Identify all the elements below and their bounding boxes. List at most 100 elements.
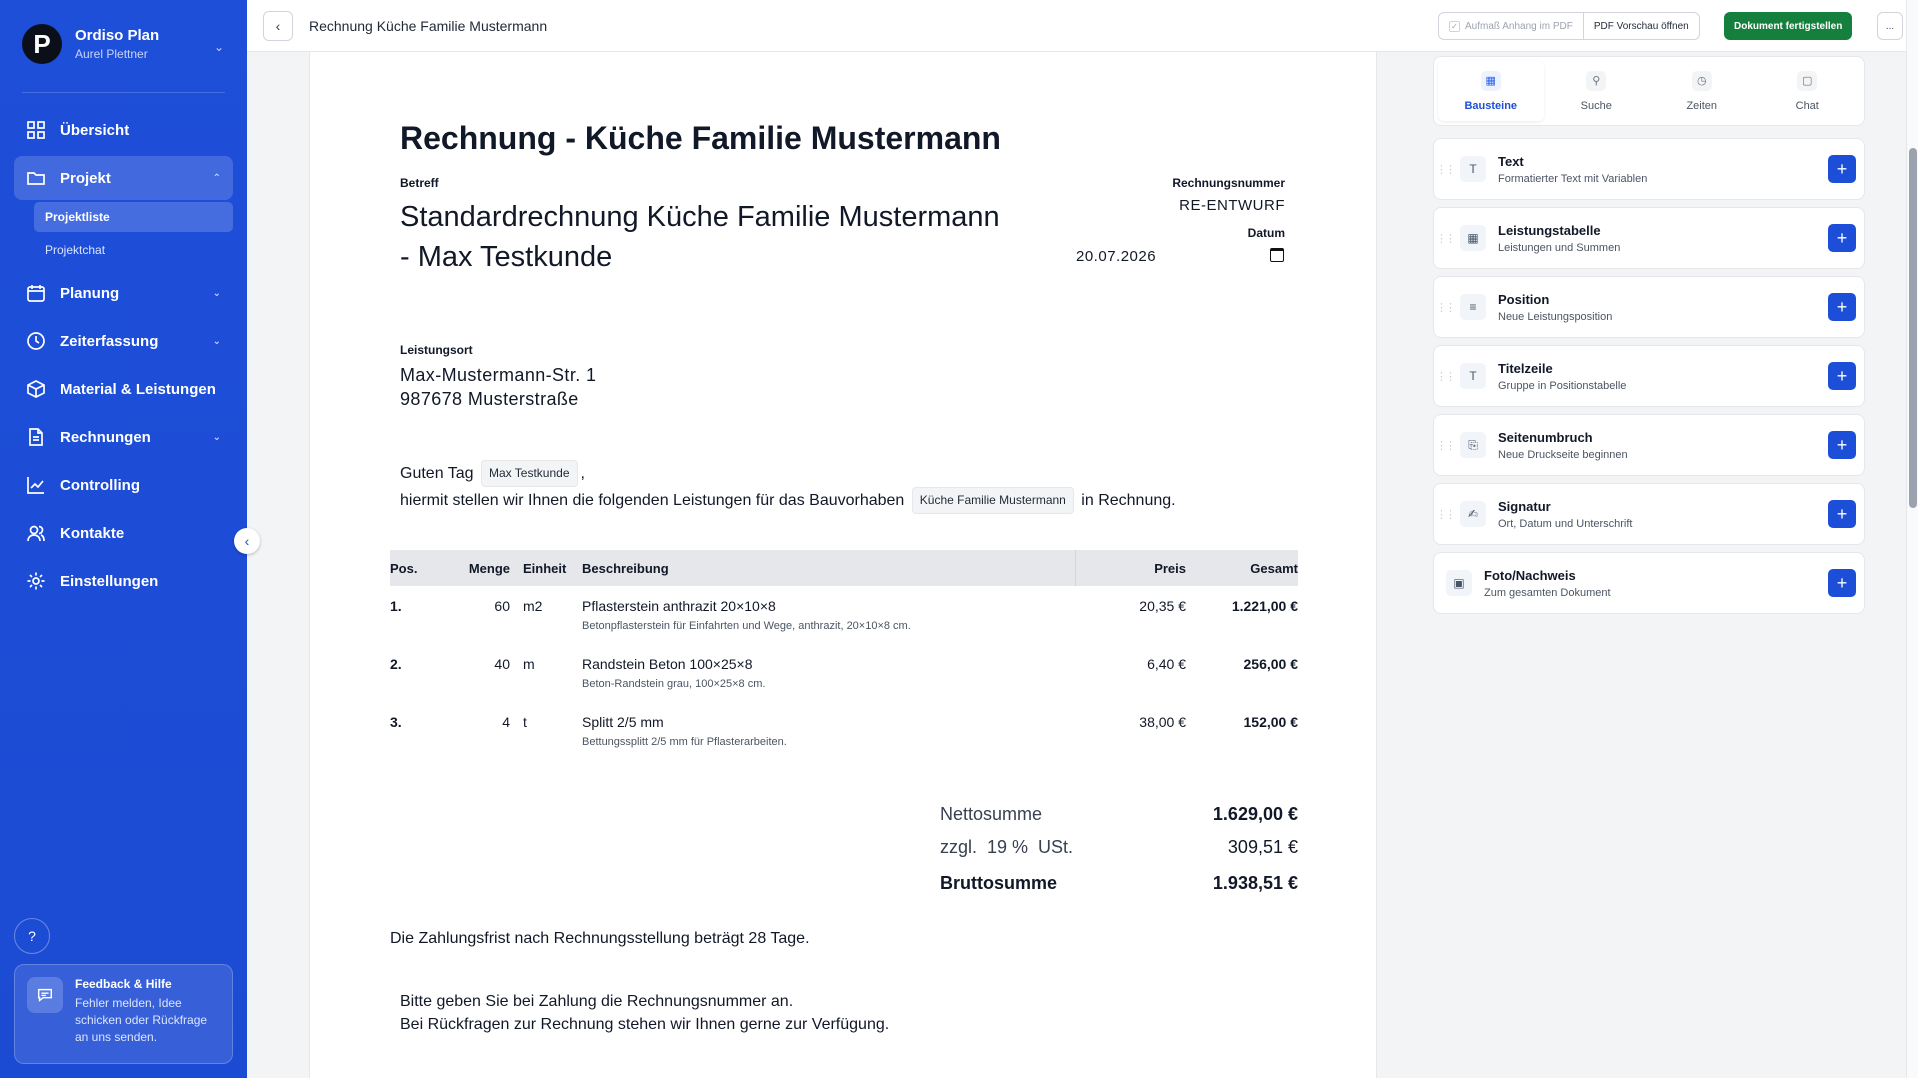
cell-einheit: m xyxy=(523,656,535,672)
tab-zeiten[interactable]: ◷ Zeiten xyxy=(1649,61,1755,121)
nav-item-rechnungen[interactable]: Rechnungen ⌄ xyxy=(14,415,233,459)
nav-item-controlling[interactable]: Controlling xyxy=(14,463,233,507)
sidebar: P Ordiso Plan Aurel Plettner ⌄ Übersicht… xyxy=(0,0,247,1078)
scrollbar-thumb[interactable] xyxy=(1909,148,1917,508)
projekt-submenu: Projektliste Projektchat xyxy=(34,202,233,265)
netto-label: Nettosumme xyxy=(940,804,1043,824)
feedback-text: Fehler melden, Idee schicken oder Rückfr… xyxy=(75,996,208,1044)
users-icon xyxy=(26,523,46,543)
sub-item-projektliste[interactable]: Projektliste xyxy=(34,202,233,232)
cell-menge: 40 xyxy=(494,656,510,672)
nav-item-material[interactable]: Material & Leistungen xyxy=(14,367,233,411)
block-title: Text xyxy=(1498,153,1524,169)
closing-text[interactable]: Bitte geben Sie bei Zahlung die Rechnung… xyxy=(400,990,889,1036)
brutto-value: 1.938,51 € xyxy=(1212,873,1298,893)
calendar-icon[interactable] xyxy=(1270,248,1284,262)
block-position[interactable]: ⋮⋮ ≡ Position Neue Leistungsposition + xyxy=(1433,276,1865,338)
block-leistungstabelle[interactable]: ⋮⋮ ▦ Leistungstabelle Leistungen und Summ… xyxy=(1433,207,1865,269)
add-block-button[interactable]: + xyxy=(1828,431,1856,459)
add-block-button[interactable]: + xyxy=(1828,500,1856,528)
add-block-button[interactable]: + xyxy=(1828,224,1856,252)
intro-text[interactable]: Guten Tag Max Testkunde, hiermit stellen… xyxy=(400,460,1176,514)
table-row[interactable]: 1. 60 m2 Pflasterstein anthrazit 20×10×8… xyxy=(390,586,1298,644)
drag-handle-icon[interactable]: ⋮⋮ xyxy=(1434,163,1456,176)
main-nav: Übersicht Projekt ⌃ Projektliste Projekt… xyxy=(14,108,233,607)
nav-item-projekt[interactable]: Projekt ⌃ xyxy=(14,156,233,200)
table-row[interactable]: 2. 40 m Randstein Beton 100×25×8 Beton-R… xyxy=(390,644,1298,702)
nav-label: Einstellungen xyxy=(60,572,159,590)
chevron-down-icon: ⌄ xyxy=(212,431,221,443)
col-header-gesamt: Gesamt xyxy=(1250,560,1298,576)
greeting-suffix: , xyxy=(580,465,585,482)
add-block-button[interactable]: + xyxy=(1828,569,1856,597)
leistungsort-line-1[interactable]: Max-Mustermann-Str. 1 xyxy=(400,365,596,386)
aufmass-checkbox[interactable]: ✓ Aufmaß Anhang im PDF xyxy=(1439,13,1584,39)
table-row[interactable]: 3. 4 t Splitt 2/5 mm Bettungssplitt 2/5 … xyxy=(390,702,1298,760)
feedback-card[interactable]: Feedback & Hilfe Fehler melden, Idee sch… xyxy=(14,964,233,1064)
drag-handle-icon[interactable]: ⋮⋮ xyxy=(1434,232,1456,245)
closing-line-2: Bei Rückfragen zur Rechnung stehen wir I… xyxy=(400,1016,890,1033)
block-title: Leistungstabelle xyxy=(1498,222,1601,238)
nav-item-zeiterfassung[interactable]: Zeiterfassung ⌄ xyxy=(14,319,233,363)
back-button[interactable]: ‹ xyxy=(263,11,293,41)
brutto-label: Bruttosumme xyxy=(940,873,1058,893)
nav-item-einstellungen[interactable]: Einstellungen xyxy=(14,559,233,603)
sub-item-projektchat[interactable]: Projektchat xyxy=(34,235,233,265)
toolbar-group: ✓ Aufmaß Anhang im PDF PDF Vorschau öffn… xyxy=(1438,12,1700,40)
drag-handle-icon[interactable]: ⋮⋮ xyxy=(1434,301,1456,314)
panel-tabs: ▦ Bausteine ⚲ Suche ◷ Zeiten ▢ Chat xyxy=(1433,56,1865,126)
document-icon xyxy=(26,427,46,447)
tab-chat[interactable]: ▢ Chat xyxy=(1755,61,1861,121)
add-block-button[interactable]: + xyxy=(1828,155,1856,183)
drag-handle-icon[interactable]: ⋮⋮ xyxy=(1434,370,1456,383)
tab-label: Suche xyxy=(1580,99,1612,112)
nav-label: Planung xyxy=(60,284,120,302)
nav-item-kontakte[interactable]: Kontakte xyxy=(14,511,233,555)
netto-value: 1.629,00 € xyxy=(1212,804,1298,824)
help-button[interactable]: ? xyxy=(14,918,50,954)
drag-handle-icon[interactable]: ⋮⋮ xyxy=(1434,508,1456,521)
positions-table[interactable]: Pos. Menge Einheit Beschreibung Preis Ge… xyxy=(390,550,1298,760)
datum-input[interactable]: 20.07.2026 xyxy=(1076,248,1156,265)
cell-gesamt: 256,00 € xyxy=(1243,656,1299,672)
scrollbar[interactable] xyxy=(1906,0,1918,1078)
table-header: Pos. Menge Einheit Beschreibung Preis Ge… xyxy=(390,550,1298,586)
collapse-sidebar-button[interactable]: ‹ xyxy=(234,528,260,554)
block-subtitle: Neue Leistungsposition xyxy=(1498,310,1613,323)
divider xyxy=(22,92,225,93)
chevron-down-icon[interactable]: ⌄ xyxy=(214,40,224,54)
gear-icon xyxy=(26,571,46,591)
block-seitenumbruch[interactable]: ⋮⋮ ⎘ Seitenumbruch Neue Druckseite beginn… xyxy=(1433,414,1865,476)
tab-label: Chat xyxy=(1795,99,1819,112)
drag-handle-icon[interactable]: ⋮⋮ xyxy=(1434,439,1456,452)
workspace-switcher[interactable]: P Ordiso Plan Aurel Plettner xyxy=(22,24,159,64)
col-header-pos: Pos. xyxy=(390,560,418,576)
block-foto-nachweis[interactable]: ▣ Foto/Nachweis Zum gesamten Dokument + xyxy=(1433,552,1865,614)
app-logo: P xyxy=(22,24,62,64)
nav-item-uebersicht[interactable]: Übersicht xyxy=(14,108,233,152)
tab-suche[interactable]: ⚲ Suche xyxy=(1544,61,1650,121)
cell-menge: 4 xyxy=(502,714,510,730)
block-text[interactable]: ⋮⋮ T Text Formatierter Text mit Variablen… xyxy=(1433,138,1865,200)
tab-bausteine[interactable]: ▦ Bausteine xyxy=(1438,61,1544,121)
betreff-field[interactable]: Standardrechnung Küche Familie Musterman… xyxy=(400,197,1040,277)
variable-chip-customer[interactable]: Max Testkunde xyxy=(481,460,578,487)
more-options-button[interactable]: ... xyxy=(1877,12,1903,40)
question-icon: ? xyxy=(28,928,36,944)
block-signatur[interactable]: ⋮⋮ ✍ Signatur Ort, Datum und Unterschrift… xyxy=(1433,483,1865,545)
cell-pos: 2. xyxy=(390,656,402,672)
chat-icon xyxy=(27,977,63,1013)
add-block-button[interactable]: + xyxy=(1828,293,1856,321)
nav-label: Projekt xyxy=(60,169,111,187)
zahlungsfrist-text[interactable]: Die Zahlungsfrist nach Rechnungsstellung… xyxy=(390,930,810,948)
document-heading[interactable]: Rechnung - Küche Familie Mustermann xyxy=(400,120,1001,157)
leistungsort-line-2[interactable]: 987678 Musterstraße xyxy=(400,389,579,410)
finish-document-button[interactable]: Dokument fertigstellen xyxy=(1724,12,1853,40)
add-block-button[interactable]: + xyxy=(1828,362,1856,390)
nav-item-planung[interactable]: Planung ⌄ xyxy=(14,271,233,315)
block-title: Seitenumbruch xyxy=(1498,429,1593,445)
block-subtitle: Gruppe in Positionstabelle xyxy=(1498,379,1627,392)
variable-chip-project[interactable]: Küche Familie Mustermann xyxy=(911,487,1074,514)
pdf-preview-button[interactable]: PDF Vorschau öffnen xyxy=(1584,13,1699,39)
block-titelzeile[interactable]: ⋮⋮ T Titelzeile Gruppe in Positionstabell… xyxy=(1433,345,1865,407)
